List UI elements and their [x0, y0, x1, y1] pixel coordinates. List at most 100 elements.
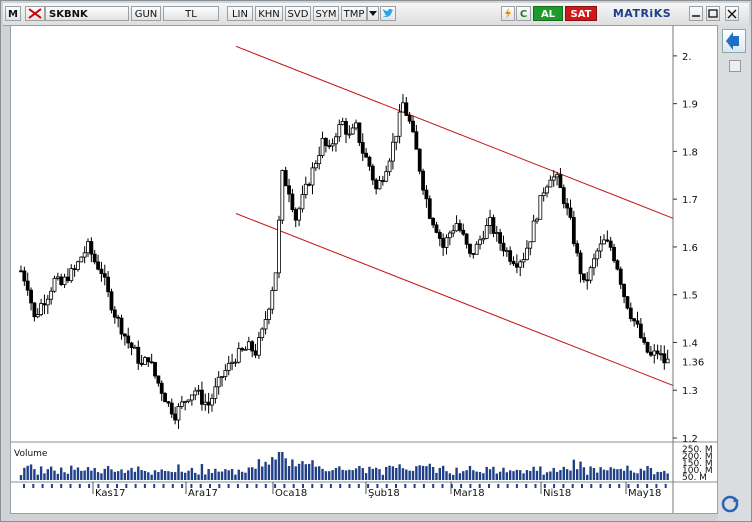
- day-mark: [255, 484, 258, 488]
- candle-body: [89, 241, 94, 255]
- volume-bar: [338, 466, 341, 480]
- candle-body: [206, 401, 211, 406]
- volume-bar: [240, 471, 244, 480]
- volume-bar: [612, 468, 616, 480]
- candle-body: [246, 341, 251, 350]
- lightning-icon[interactable]: [501, 6, 515, 21]
- candle-body: [169, 402, 174, 415]
- volume-bar: [100, 473, 103, 480]
- symbol-field[interactable]: SKBNK: [45, 6, 129, 21]
- template-dropdown-icon[interactable]: [367, 6, 379, 21]
- candle-body: [367, 156, 372, 167]
- candle-body: [256, 337, 261, 356]
- day-mark: [264, 484, 267, 488]
- volume-bar: [535, 470, 539, 480]
- candle-body: [665, 358, 670, 364]
- day-mark: [562, 484, 565, 488]
- candle-body: [99, 268, 104, 274]
- volume-bar: [29, 464, 33, 480]
- volume-bar: [371, 468, 375, 480]
- volume-bar: [421, 465, 425, 480]
- candle-body: [49, 290, 54, 300]
- y-tick-label: 1.4: [682, 338, 698, 349]
- y-tick-label: 1.3: [682, 386, 698, 397]
- currency-button[interactable]: TL: [163, 6, 219, 21]
- twitter-icon[interactable]: [380, 6, 396, 21]
- volume-bar: [321, 468, 324, 480]
- candle-body: [491, 217, 496, 234]
- volume-bar: [86, 467, 90, 480]
- y-tick-label: 1.7: [682, 195, 698, 206]
- price-chart: 2. 1.9 1.8 1.7 1.6 1.5 1.4 1.3 1.2 1.36 Volume 250…: [11, 26, 717, 513]
- candle-body: [233, 361, 238, 364]
- volume-bar: [83, 470, 86, 480]
- candle-body: [19, 270, 23, 273]
- candle-body: [645, 341, 650, 353]
- candle-body: [166, 401, 171, 404]
- candle-body: [317, 155, 322, 165]
- day-mark: [478, 484, 481, 488]
- c-button[interactable]: C: [516, 6, 531, 21]
- collapse-panel-button[interactable]: [722, 29, 746, 53]
- day-mark: [655, 484, 658, 488]
- candle-body: [384, 171, 389, 182]
- volume-bar: [592, 467, 596, 480]
- close-button[interactable]: [725, 6, 739, 21]
- day-mark: [488, 484, 490, 488]
- linear-scale-button[interactable]: LIN: [227, 6, 253, 21]
- day-mark: [153, 484, 156, 488]
- candle-body: [136, 346, 141, 364]
- maximize-button[interactable]: [706, 6, 720, 21]
- volume-bar: [666, 473, 669, 480]
- y-tick-label: 2.: [682, 52, 692, 63]
- day-mark: [636, 484, 639, 488]
- candle-body: [535, 218, 539, 222]
- day-mark: [515, 484, 518, 488]
- volume-bar: [388, 465, 391, 480]
- candle-body: [243, 348, 248, 351]
- symbol-settings-icon[interactable]: [25, 6, 45, 21]
- volume-bar: [632, 472, 636, 480]
- x-tick-label: Oca18: [275, 488, 307, 499]
- candle-body: [146, 357, 151, 363]
- svd-button[interactable]: SVD: [285, 6, 311, 21]
- day-mark: [339, 484, 342, 488]
- candle-body: [189, 394, 194, 401]
- volume-bar: [348, 469, 351, 480]
- volume-bar: [609, 467, 612, 480]
- day-mark: [618, 484, 621, 488]
- sym-button[interactable]: SYM: [313, 6, 339, 21]
- refresh-icon[interactable]: [718, 493, 746, 515]
- buy-button[interactable]: AL: [533, 6, 563, 21]
- volume-bar: [579, 461, 582, 480]
- minimize-button[interactable]: [689, 6, 703, 21]
- scroll-handle[interactable]: [729, 60, 741, 72]
- volume-bar: [616, 469, 619, 480]
- candle-body: [508, 250, 513, 262]
- sell-button[interactable]: SAT: [565, 6, 597, 21]
- candle-body: [370, 165, 375, 181]
- candle-body: [122, 333, 127, 337]
- candle-body: [602, 239, 606, 245]
- chart-area[interactable]: 2. 1.9 1.8 1.7 1.6 1.5 1.4 1.3 1.2 1.36 Volume 250…: [10, 25, 718, 514]
- candle-body: [498, 232, 503, 244]
- volume-bar: [522, 473, 525, 480]
- volume-bar: [183, 472, 187, 480]
- candle-body: [605, 239, 610, 242]
- candle-body: [213, 386, 218, 399]
- candle-body: [514, 263, 519, 268]
- volume-bar: [441, 465, 445, 480]
- candle-body: [129, 342, 134, 349]
- menu-button[interactable]: M: [5, 6, 21, 21]
- volume-bar: [575, 469, 579, 480]
- chart-grid: [11, 26, 717, 513]
- candle-body: [642, 337, 647, 343]
- volume-bar: [361, 468, 364, 480]
- candle-body: [431, 218, 436, 226]
- y-tick-label: 1.2: [682, 434, 698, 445]
- candle-body: [461, 229, 466, 235]
- template-button[interactable]: TMP: [341, 6, 367, 21]
- period-button[interactable]: GUN: [131, 6, 161, 21]
- khn-button[interactable]: KHN: [255, 6, 283, 21]
- candle-body: [126, 335, 131, 344]
